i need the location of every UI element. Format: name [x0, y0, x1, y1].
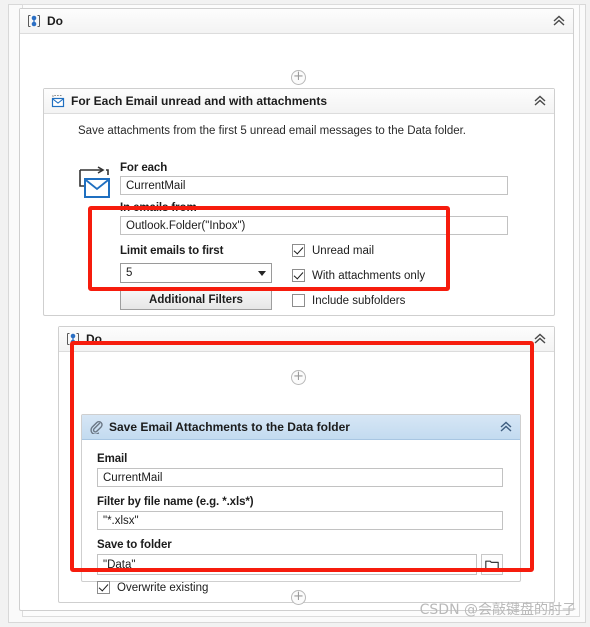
limit-emails-label: Limit emails to first	[120, 245, 224, 257]
checkbox-unread-mail[interactable]: Unread mail	[292, 244, 374, 257]
save-email-attachments-title: Save Email Attachments to the Data folde…	[109, 420, 350, 434]
limit-emails-value: 5	[126, 267, 133, 279]
checkbox-unread-mail-label: Unread mail	[312, 244, 374, 257]
folder-icon	[485, 560, 499, 570]
sequence-icon	[66, 332, 80, 346]
email-loop-icon	[51, 94, 65, 108]
add-step-button-inner-bottom[interactable]: +	[291, 590, 306, 605]
screenshot-root: Do + For Each Email unread and with atta…	[0, 0, 590, 627]
checkbox-with-attachments-only[interactable]: With attachments only	[292, 269, 425, 282]
checkbox-overwrite-existing-box[interactable]	[97, 581, 110, 594]
checkbox-include-subfolders-label: Include subfolders	[312, 294, 406, 307]
for-each-value-field[interactable]: CurrentMail	[120, 176, 508, 195]
outer-do-block: Do + For Each Email unread and with atta…	[19, 8, 574, 611]
for-each-email-activity: For Each Email unread and with attachmen…	[43, 88, 555, 316]
inner-do-collapse-icon[interactable]	[532, 331, 548, 347]
for-each-label: For each	[120, 162, 168, 174]
limit-emails-dropdown[interactable]: 5	[120, 263, 272, 283]
checkbox-overwrite-existing-label: Overwrite existing	[117, 581, 209, 594]
save-email-attachments-activity: Save Email Attachments to the Data folde…	[81, 414, 521, 594]
outer-do-title: Do	[47, 14, 63, 28]
inner-do-title: Do	[86, 332, 102, 346]
add-step-button-outer-top[interactable]: +	[291, 70, 306, 85]
checkbox-with-attachments-only-label: With attachments only	[312, 269, 426, 282]
sequence-icon	[27, 14, 41, 28]
outer-do-collapse-icon[interactable]	[551, 13, 567, 29]
inner-do-header[interactable]: Do	[59, 327, 554, 352]
inner-do-body: + Save Email Attachments to the Data fol…	[59, 352, 554, 605]
for-each-email-collapse-icon[interactable]	[532, 93, 548, 109]
save-email-attachments-collapse-icon[interactable]	[498, 419, 514, 435]
for-each-mail-glyph-icon	[76, 166, 114, 207]
chevron-down-icon	[258, 270, 266, 276]
paperclip-icon	[89, 420, 103, 436]
checkbox-include-subfolders[interactable]: Include subfolders	[292, 294, 405, 307]
checkbox-unread-mail-box[interactable]	[292, 244, 305, 257]
for-each-email-header[interactable]: For Each Email unread and with attachmen…	[44, 89, 554, 114]
for-each-email-title: For Each Email unread and with attachmen…	[71, 94, 328, 108]
in-emails-from-field[interactable]: Outlook.Folder("Inbox")	[120, 216, 508, 235]
inner-do-block: Do + Save Email Attachments to the Data …	[58, 326, 555, 605]
for-each-email-description: Save attachments from the first 5 unread…	[78, 125, 467, 137]
additional-filters-button[interactable]: Additional Filters	[120, 290, 272, 310]
checkbox-include-subfolders-box[interactable]	[292, 294, 305, 307]
filter-by-file-name-label: Filter by file name (e.g. *.xls*)	[97, 496, 254, 508]
save-email-attachments-header[interactable]: Save Email Attachments to the Data folde…	[82, 415, 520, 440]
checkbox-with-attachments-only-box[interactable]	[292, 269, 305, 282]
filter-by-file-name-field[interactable]: "*.xlsx"	[97, 511, 503, 530]
outer-do-body: + For Each Email unread and with attachm…	[20, 34, 573, 611]
in-emails-from-label: In emails from	[120, 202, 197, 214]
email-label: Email	[97, 453, 128, 465]
add-step-button-inner-top[interactable]: +	[291, 370, 306, 385]
outer-do-header[interactable]: Do	[20, 9, 573, 34]
email-field[interactable]: CurrentMail	[97, 468, 503, 487]
browse-folder-button[interactable]	[481, 554, 503, 575]
save-to-folder-field[interactable]: "Data"	[97, 554, 477, 575]
save-to-folder-label: Save to folder	[97, 539, 172, 551]
watermark-text: CSDN @会敲键盘的肘子	[419, 602, 576, 618]
checkbox-overwrite-existing[interactable]: Overwrite existing	[97, 581, 208, 594]
